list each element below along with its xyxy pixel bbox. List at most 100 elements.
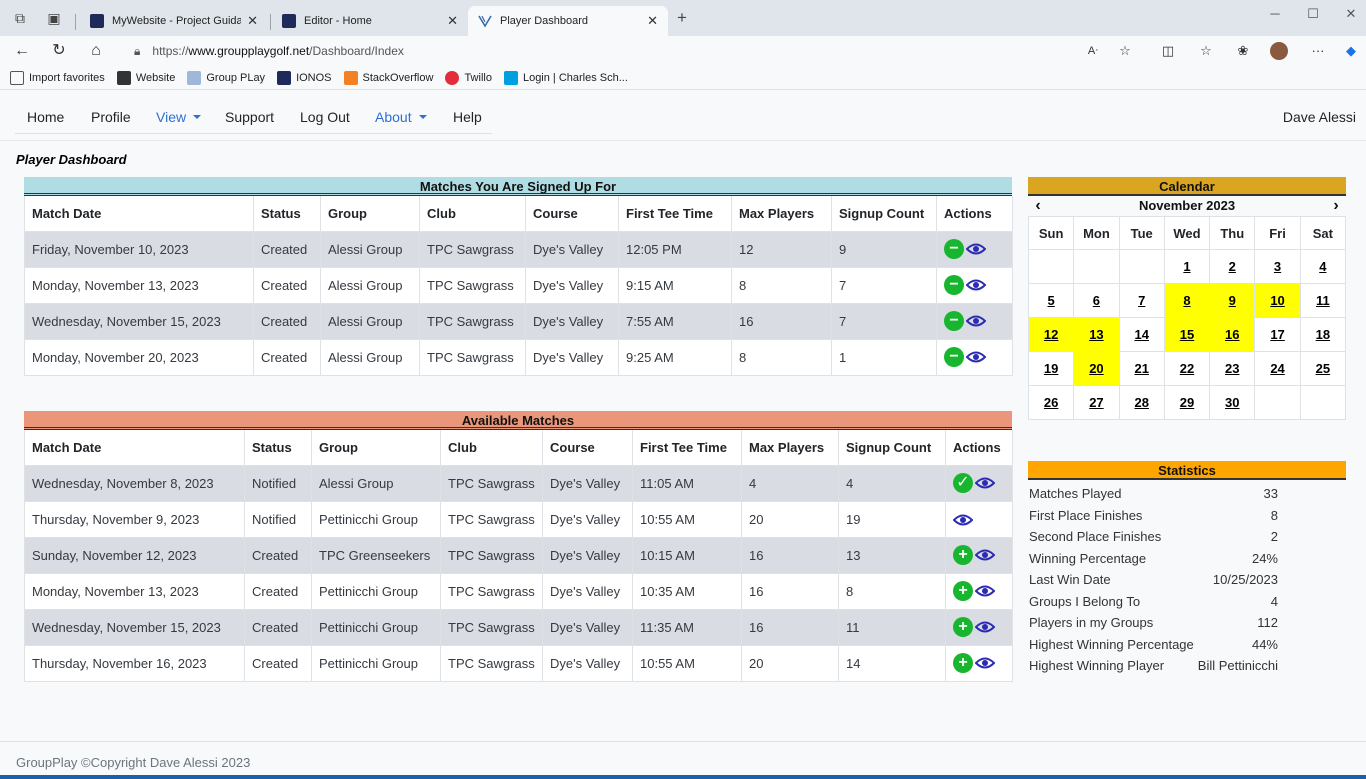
maximize-icon[interactable]: ☐ [1298, 6, 1328, 24]
calendar-day[interactable]: 1 [1163, 249, 1211, 284]
view-eye-icon[interactable] [975, 656, 995, 670]
calendar-day[interactable]: 2 [1209, 249, 1256, 284]
calendar-day[interactable]: 5 [1027, 283, 1075, 318]
calendar-day[interactable]: 12 [1027, 317, 1075, 352]
withdraw-minus-icon[interactable]: − [944, 347, 964, 367]
nav-help[interactable]: Help [453, 109, 482, 125]
calendar-day[interactable]: 8 [1163, 283, 1211, 318]
calendar-day[interactable]: 17 [1254, 317, 1301, 352]
calendar-day[interactable]: 3 [1254, 249, 1301, 284]
favorites-icon[interactable]: ☆ [1197, 42, 1215, 60]
calendar-day[interactable]: 26 [1027, 385, 1075, 420]
calendar-day[interactable]: 11 [1299, 283, 1347, 318]
nav-home[interactable]: Home [27, 109, 64, 125]
withdraw-minus-icon[interactable]: − [944, 275, 964, 295]
favorite-website[interactable]: Website [116, 70, 175, 85]
close-window-icon[interactable]: ✕ [1336, 6, 1366, 24]
withdraw-minus-icon[interactable]: − [944, 239, 964, 259]
calendar-day[interactable]: 18 [1299, 317, 1347, 352]
workspaces-icon[interactable]: ⧉ [12, 11, 28, 25]
calendar-day[interactable]: 6 [1073, 283, 1120, 318]
calendar-day[interactable]: 14 [1118, 317, 1165, 352]
calendar-day[interactable]: 25 [1299, 351, 1347, 386]
calendar-prev-button[interactable]: ‹ [1030, 196, 1046, 216]
column-header[interactable]: Actions [936, 196, 1013, 232]
calendar-day[interactable]: 19 [1027, 351, 1075, 386]
calendar-day[interactable]: 7 [1118, 283, 1165, 318]
column-header[interactable]: Group [320, 196, 420, 232]
calendar-day[interactable]: 20 [1073, 351, 1120, 386]
column-header[interactable]: Club [419, 196, 526, 232]
signup-plus-icon[interactable]: + [953, 545, 973, 565]
view-eye-icon[interactable] [966, 242, 986, 256]
calendar-day[interactable]: 30 [1209, 385, 1256, 420]
calendar-next-button[interactable]: › [1328, 196, 1344, 216]
column-header[interactable]: Max Players [731, 196, 832, 232]
calendar-day[interactable]: 9 [1209, 283, 1256, 318]
url-field[interactable]: 🔒︎ https://www.groupplaygolf.net/Dashboa… [120, 39, 1150, 63]
favorite-ionos[interactable]: IONOS [277, 70, 332, 85]
column-header[interactable]: Club [440, 430, 543, 466]
column-header[interactable]: Status [253, 196, 321, 232]
copilot-icon[interactable]: ◆ [1342, 42, 1360, 60]
calendar-day[interactable]: 15 [1163, 317, 1211, 352]
calendar-day[interactable]: 4 [1299, 249, 1347, 284]
user-name[interactable]: Dave Alessi [1283, 109, 1356, 125]
calendar-day[interactable]: 13 [1073, 317, 1120, 352]
view-eye-icon[interactable] [975, 548, 995, 562]
view-eye-icon[interactable] [953, 513, 973, 527]
nav-support[interactable]: Support [225, 109, 274, 125]
column-header[interactable]: First Tee Time [618, 196, 732, 232]
favorite-charles-schwab[interactable]: Login | Charles Sch... [503, 70, 628, 85]
confirm-check-icon[interactable]: ✓ [953, 473, 973, 493]
calendar-day[interactable]: 21 [1118, 351, 1165, 386]
calendar-day[interactable]: 28 [1118, 385, 1165, 420]
calendar-day[interactable]: 22 [1163, 351, 1211, 386]
profile-avatar[interactable] [1270, 42, 1288, 60]
withdraw-minus-icon[interactable]: − [944, 311, 964, 331]
column-header[interactable]: Signup Count [838, 430, 946, 466]
nav-view-dropdown[interactable]: View [156, 109, 202, 125]
minimize-icon[interactable]: ─ [1260, 6, 1290, 24]
column-header[interactable]: Actions [945, 430, 1013, 466]
column-header[interactable]: Match Date [24, 196, 254, 232]
more-menu-icon[interactable]: ··· [1309, 42, 1327, 60]
signup-plus-icon[interactable]: + [953, 653, 973, 673]
column-header[interactable]: Course [542, 430, 633, 466]
extensions-icon[interactable]: ❀ [1234, 42, 1252, 60]
column-header[interactable]: First Tee Time [632, 430, 742, 466]
new-tab-button[interactable]: + [674, 9, 690, 26]
favorite-star-icon[interactable]: ☆ [1116, 42, 1134, 60]
calendar-day[interactable]: 29 [1163, 385, 1211, 420]
split-screen-icon[interactable]: ◫ [1159, 42, 1177, 60]
calendar-day[interactable]: 16 [1209, 317, 1256, 352]
column-header[interactable]: Course [525, 196, 619, 232]
refresh-icon[interactable]: ↻ [49, 41, 69, 61]
column-header[interactable]: Signup Count [831, 196, 937, 232]
view-eye-icon[interactable] [966, 350, 986, 364]
favorite-import[interactable]: Import favorites [10, 70, 105, 85]
back-icon[interactable]: ← [12, 41, 32, 61]
calendar-day[interactable]: 23 [1209, 351, 1256, 386]
calendar-day[interactable]: 27 [1073, 385, 1120, 420]
view-eye-icon[interactable] [975, 584, 995, 598]
tab-actions-icon[interactable]: ▣ [46, 11, 62, 25]
view-eye-icon[interactable] [966, 278, 986, 292]
column-header[interactable]: Max Players [741, 430, 839, 466]
column-header[interactable]: Status [244, 430, 312, 466]
favorite-twillo[interactable]: Twillo [445, 70, 492, 85]
nav-about-dropdown[interactable]: About [375, 109, 427, 125]
column-header[interactable]: Match Date [24, 430, 245, 466]
read-aloud-icon[interactable]: Aᐧ [1084, 42, 1102, 60]
browser-tab-editor[interactable]: Editor - Home ✕ [272, 6, 468, 36]
home-icon[interactable]: ⌂ [86, 41, 106, 61]
calendar-day[interactable]: 10 [1254, 283, 1301, 318]
view-eye-icon[interactable] [975, 620, 995, 634]
browser-tab-mywebsite[interactable]: MyWebsite - Project Guidance Do ✕ [80, 6, 268, 36]
close-tab-icon[interactable]: ✕ [247, 13, 258, 29]
favorite-groupplay[interactable]: Group PLay [187, 70, 265, 85]
signup-plus-icon[interactable]: + [953, 617, 973, 637]
browser-tab-player-dashboard[interactable]: Player Dashboard ✕ [468, 6, 668, 36]
close-tab-icon[interactable]: ✕ [447, 13, 458, 29]
calendar-day[interactable]: 24 [1254, 351, 1301, 386]
